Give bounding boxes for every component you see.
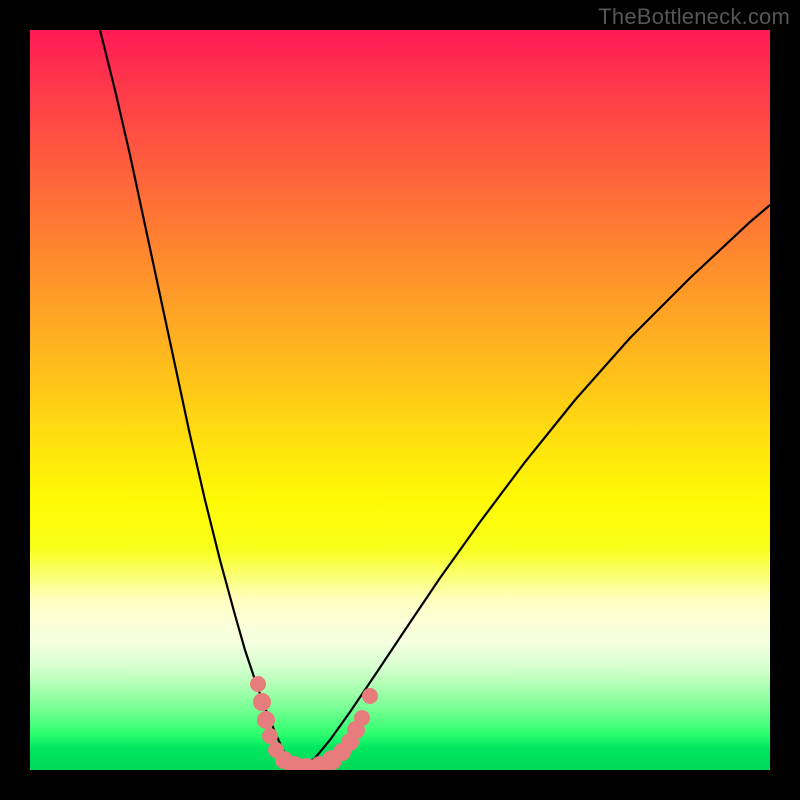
watermark-text: TheBottleneck.com xyxy=(598,4,790,30)
marker-dot xyxy=(362,688,378,704)
plot-area xyxy=(30,30,770,770)
curves-svg xyxy=(30,30,770,770)
chart-frame: TheBottleneck.com xyxy=(0,0,800,800)
marker-dot xyxy=(250,676,266,692)
marker-dot xyxy=(262,728,278,744)
marker-dot xyxy=(253,693,271,711)
left-curve xyxy=(100,30,295,770)
bottom-markers xyxy=(250,676,378,770)
marker-dot xyxy=(257,711,275,729)
marker-dot xyxy=(354,710,370,726)
right-curve xyxy=(295,205,770,770)
